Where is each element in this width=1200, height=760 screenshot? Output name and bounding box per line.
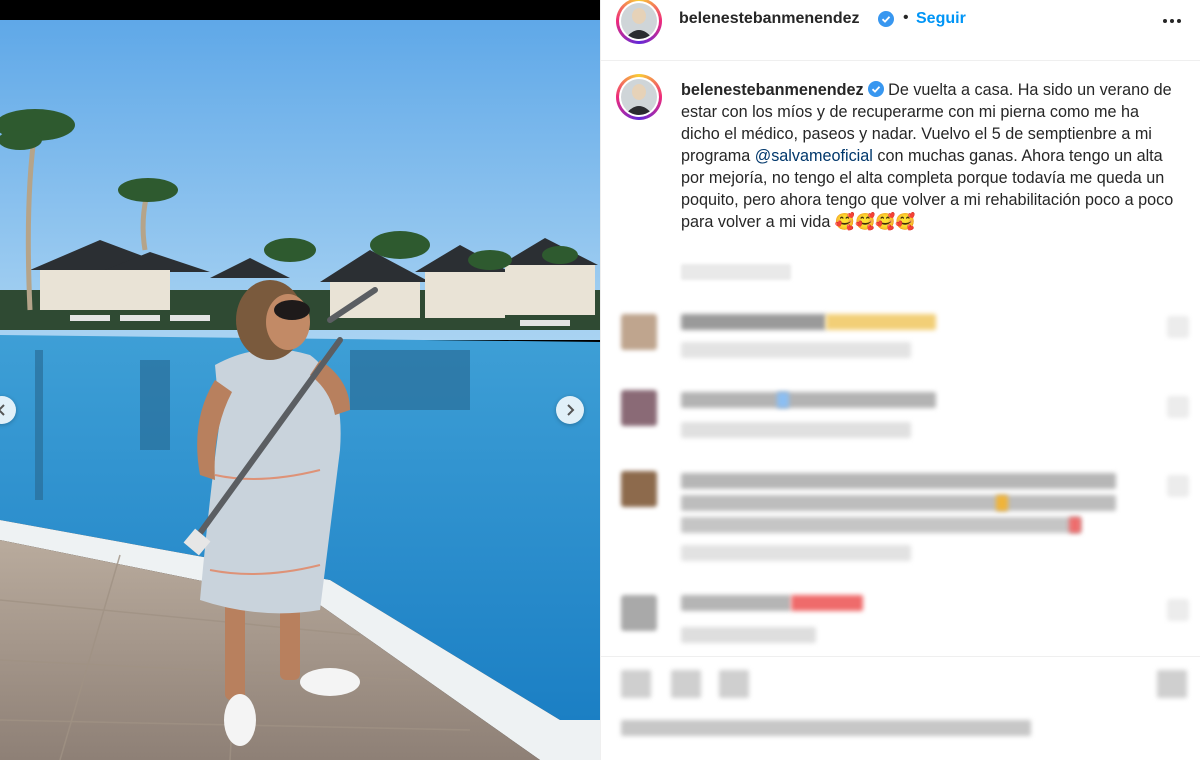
avatar-photo [621, 79, 657, 115]
comment-text-blurred [681, 495, 1116, 511]
chevron-right-icon [567, 404, 575, 416]
comment-emoji-blurred [777, 392, 789, 408]
header-username[interactable]: belenestebanmenendez [679, 10, 860, 28]
comment-meta-blurred [681, 545, 911, 561]
comment-text-blurred [681, 517, 1081, 533]
comment-like-icon[interactable] [1167, 475, 1189, 497]
header-separator: • [903, 9, 909, 26]
post-panel: belenestebanmenendez • Seguir belenesteb… [600, 0, 1200, 760]
comment-emoji-blurred [826, 314, 936, 330]
actions-divider [601, 656, 1200, 657]
avatar-photo [621, 3, 657, 39]
comment-text-blurred [681, 473, 1116, 489]
comment-like-icon[interactable] [1167, 316, 1189, 338]
comment-avatar[interactable] [621, 314, 657, 350]
post-photo[interactable] [0, 0, 600, 760]
post-header: belenestebanmenendez • Seguir [601, 0, 1200, 44]
save-icon[interactable] [1157, 670, 1187, 698]
follow-button[interactable]: Seguir [916, 10, 966, 28]
comment-avatar[interactable] [621, 595, 657, 631]
chevron-left-icon [0, 404, 5, 416]
post-caption: belenestebanmenendez De vuelta a casa. H… [681, 79, 1181, 233]
caption-avatar[interactable] [616, 74, 662, 120]
like-icon[interactable] [621, 670, 651, 698]
caption-timestamp-blurred [681, 264, 791, 280]
comment-like-icon[interactable] [1167, 396, 1189, 418]
caption-mention-link[interactable]: @salvameoficial [755, 147, 873, 165]
next-photo-button[interactable] [556, 396, 584, 424]
verified-badge-icon [867, 81, 884, 97]
comment-avatar[interactable] [621, 390, 657, 426]
comment-text-blurred [681, 392, 936, 408]
comment-emoji-blurred [996, 495, 1008, 511]
more-options-icon[interactable] [1163, 19, 1181, 23]
header-divider [601, 60, 1200, 61]
comment-meta-blurred [681, 342, 911, 358]
comment-emoji-blurred [791, 595, 863, 611]
comment-avatar[interactable] [621, 471, 657, 507]
photo-top-strip [0, 0, 600, 20]
comment-like-icon[interactable] [1167, 599, 1189, 621]
comment-meta-blurred [681, 627, 816, 643]
header-avatar[interactable] [616, 0, 662, 44]
photo-scene [0, 20, 600, 760]
comment-text-blurred [681, 314, 826, 330]
comment-icon[interactable] [671, 670, 701, 698]
caption-username[interactable]: belenestebanmenendez [681, 81, 864, 99]
comment-text-blurred [681, 595, 791, 611]
share-icon[interactable] [719, 670, 749, 698]
comment-meta-blurred [681, 422, 911, 438]
likes-text-blurred [621, 720, 1031, 736]
verified-badge-icon [878, 11, 894, 27]
comment-emoji-blurred [1069, 517, 1081, 533]
